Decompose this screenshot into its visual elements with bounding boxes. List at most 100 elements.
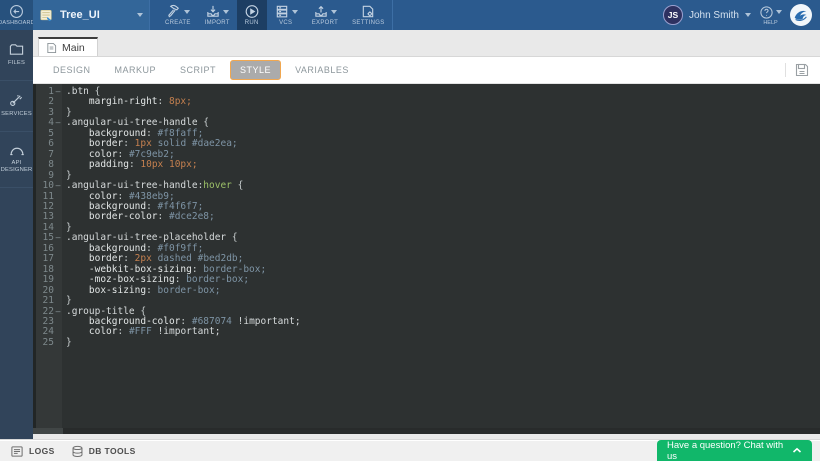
code-line-24[interactable]: 24 color: #FFF !important; xyxy=(33,327,820,337)
wave-logo-icon[interactable] xyxy=(790,4,812,26)
code-line-8[interactable]: 8 padding: 10px 10px; xyxy=(33,160,820,170)
token-pln: } xyxy=(66,107,72,118)
token-imp: !important; xyxy=(232,316,301,327)
dashboard-back-icon xyxy=(9,4,24,19)
run-icon xyxy=(244,4,260,19)
token-num: 2px xyxy=(135,253,152,264)
sidebar-item-services[interactable]: SERVICES xyxy=(0,81,33,132)
line-number: 25 xyxy=(33,338,54,348)
token-prop: border-color xyxy=(89,211,158,222)
code-line-2[interactable]: 2 margin-right: 8px; xyxy=(33,97,820,107)
fold-gutter xyxy=(54,338,62,348)
token-sel: .btn xyxy=(66,86,89,97)
token-prop: color xyxy=(89,191,118,202)
token-prop: background xyxy=(89,201,146,212)
token-imp: !important; xyxy=(152,326,221,337)
bottombar-db-tools-button[interactable]: DB TOOLS xyxy=(71,445,136,458)
horizontal-scrollbar[interactable] xyxy=(33,428,820,434)
token-psd: hover xyxy=(203,180,232,191)
avatar: JS xyxy=(663,5,683,25)
subtab-design[interactable]: DESIGN xyxy=(43,60,101,80)
token-pln: : xyxy=(146,128,157,139)
fold-gutter xyxy=(54,139,62,149)
fold-toggle-icon[interactable]: ‒ xyxy=(54,118,62,128)
toolbar-vcs-button[interactable]: VCS xyxy=(267,0,305,30)
fold-gutter xyxy=(54,108,62,118)
api-designer-icon xyxy=(8,144,26,157)
project-selector[interactable]: Tree_UI xyxy=(33,0,150,30)
token-prop: color xyxy=(89,326,118,337)
token-pln: : xyxy=(123,253,134,264)
token-prop: background xyxy=(89,243,146,254)
save-button[interactable] xyxy=(794,62,810,78)
token-pln: { xyxy=(135,306,146,317)
fold-gutter xyxy=(54,254,62,264)
fold-toggle-icon[interactable]: ‒ xyxy=(54,307,62,317)
token-pln: : xyxy=(146,201,157,212)
hammer-icon xyxy=(166,4,182,19)
token-pln: : xyxy=(175,274,186,285)
fold-gutter xyxy=(54,286,62,296)
fold-toggle-icon[interactable]: ‒ xyxy=(54,181,62,191)
token-pln: } xyxy=(66,295,72,306)
toolbar-create-button[interactable]: CREATE xyxy=(158,0,198,30)
subtab-style[interactable]: STYLE xyxy=(230,60,281,80)
dashboard-button[interactable]: DASHBOARD xyxy=(0,0,33,30)
tab-main[interactable]: Main xyxy=(38,37,98,56)
app-window: DASHBOARD Tree_UI CREATEIMPORTRUNVCS EXPO… xyxy=(0,0,820,461)
fold-toggle-icon[interactable]: ‒ xyxy=(54,87,62,97)
token-val: border-box; xyxy=(186,274,249,285)
fold-gutter xyxy=(54,223,62,233)
token-val: #7c9eb2; xyxy=(129,149,175,160)
sidebar-item-files[interactable]: FILES xyxy=(0,30,33,81)
fold-gutter xyxy=(54,97,62,107)
token-prop: -webkit-box-sizing xyxy=(89,264,192,275)
token-pln: : xyxy=(146,243,157,254)
toolbar-label: EXPORT xyxy=(312,20,338,26)
fold-gutter xyxy=(54,160,62,170)
toolbar-settings-button[interactable]: SETTINGS xyxy=(345,0,392,30)
toolbar-import-button[interactable]: IMPORT xyxy=(198,0,237,30)
user-menu[interactable]: JS John Smith xyxy=(663,5,751,25)
import-icon xyxy=(205,4,221,19)
fold-gutter xyxy=(54,212,62,222)
bottombar-label: DB TOOLS xyxy=(89,446,136,456)
fold-gutter xyxy=(54,202,62,212)
sidebar-item-api-designer[interactable]: APIDESIGNER xyxy=(0,132,33,189)
token-pln: : xyxy=(180,316,191,327)
chevron-down-icon xyxy=(292,10,298,14)
fold-toggle-icon[interactable]: ‒ xyxy=(54,233,62,243)
toolbar-run-button[interactable]: RUN xyxy=(237,0,267,30)
chevron-down-icon xyxy=(745,13,751,17)
token-pln: } xyxy=(66,337,72,348)
help-icon xyxy=(759,5,774,20)
toolbar-export-button[interactable]: EXPORT xyxy=(305,0,345,30)
sidebar-item-label: APIDESIGNER xyxy=(1,160,33,176)
subtab-bar: DESIGNMARKUPSCRIPTSTYLEVARIABLES xyxy=(33,57,820,84)
bottombar-logs-button[interactable]: LOGS xyxy=(10,445,55,458)
help-menu[interactable]: HELP xyxy=(759,5,782,26)
fold-gutter xyxy=(54,317,62,327)
token-pln: { xyxy=(198,117,209,128)
code-line-20[interactable]: 20 box-sizing: border-box; xyxy=(33,286,820,296)
code-line-13[interactable]: 13 border-color: #dce2e8; xyxy=(33,212,820,222)
fold-gutter xyxy=(54,129,62,139)
dashboard-label: DASHBOARD xyxy=(0,20,35,26)
code-line-25[interactable]: 25} xyxy=(33,338,820,348)
chat-button[interactable]: Have a question? Chat with us xyxy=(657,440,812,461)
token-val: #438eb9; xyxy=(129,191,175,202)
token-prop: margin-right xyxy=(89,96,158,107)
subtab-script[interactable]: SCRIPT xyxy=(170,60,226,80)
fold-gutter xyxy=(54,171,62,181)
subtab-variables[interactable]: VARIABLES xyxy=(285,60,359,80)
scrollbar-thumb[interactable] xyxy=(33,428,63,434)
subtab-actions xyxy=(785,62,820,78)
css-code-editor[interactable]: 1‒.btn {2 margin-right: 8px;3}4‒.angular… xyxy=(33,84,820,434)
token-pln: { xyxy=(226,232,237,243)
code-line-21[interactable]: 21} xyxy=(33,296,820,306)
database-icon xyxy=(71,445,84,458)
token-pln: { xyxy=(89,86,100,97)
token-num: 10px 10px; xyxy=(140,159,197,170)
line-content: padding: 10px 10px; xyxy=(62,160,198,170)
subtab-markup[interactable]: MARKUP xyxy=(105,60,167,80)
